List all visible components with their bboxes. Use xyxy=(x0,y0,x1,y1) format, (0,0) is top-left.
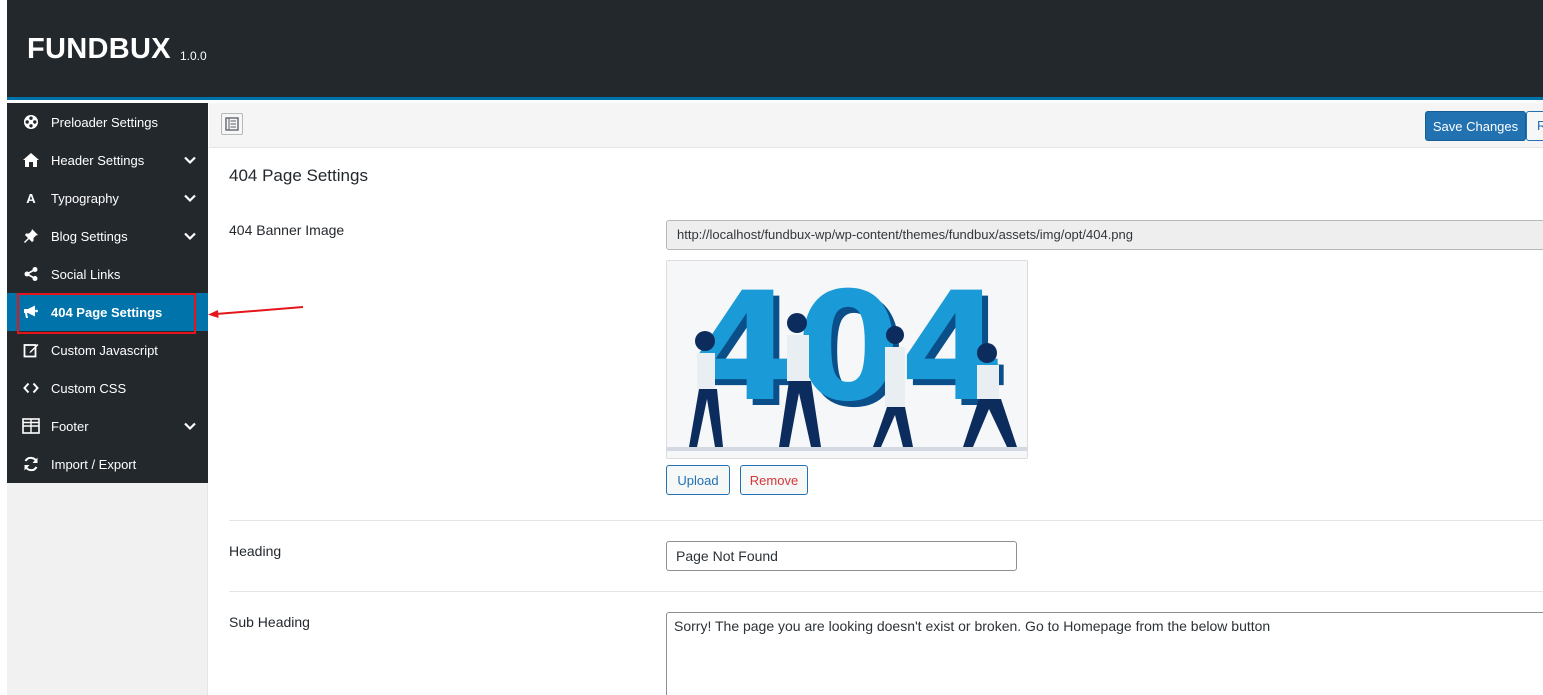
remove-button[interactable]: Remove xyxy=(740,465,808,495)
sidebar-item-label: Social Links xyxy=(51,267,121,282)
annotation-arrow-icon xyxy=(208,306,304,318)
code-icon xyxy=(22,380,40,396)
sidebar-item-label: Typography xyxy=(51,191,119,206)
reset-button[interactable]: R xyxy=(1526,111,1543,141)
404-illustration-text: 404 xyxy=(691,261,1004,435)
sidebar-item-blog-settings[interactable]: Blog Settings xyxy=(7,217,208,255)
sidebar-item-header-settings[interactable]: Header Settings xyxy=(7,141,208,179)
banner-image-preview: 404 404 xyxy=(666,260,1028,459)
sidebar-item-label: Header Settings xyxy=(51,153,145,168)
chevron-down-icon[interactable] xyxy=(183,191,197,205)
app-version: 1.0.0 xyxy=(180,49,207,63)
chevron-down-icon[interactable] xyxy=(183,419,197,433)
share-icon xyxy=(22,266,40,282)
top-header: FUNDBUX 1.0.0 xyxy=(7,0,1543,100)
sidebar-item-label: Custom Javascript xyxy=(51,343,158,358)
highlight-box xyxy=(17,293,196,334)
chevron-down-icon[interactable] xyxy=(183,229,197,243)
layout-icon xyxy=(22,418,40,434)
sidebar-item-label: Custom CSS xyxy=(51,381,127,396)
section-title: 404 Page Settings xyxy=(229,166,368,185)
sidebar-item-preloader-settings[interactable]: Preloader Settings xyxy=(7,103,208,141)
sidebar-item-label: Import / Export xyxy=(51,457,137,472)
typography-icon: A xyxy=(26,190,36,206)
sidebar-item-footer[interactable]: Footer xyxy=(7,407,208,445)
sidebar-item-social-links[interactable]: Social Links xyxy=(7,255,208,293)
options-toolbar: Save Changes R xyxy=(209,103,1543,148)
banner-url-field[interactable]: http://localhost/fundbux-wp/wp-content/t… xyxy=(666,220,1543,250)
preloader-icon xyxy=(22,114,40,130)
heading-label: Heading xyxy=(229,543,282,559)
app-title: FUNDBUX xyxy=(27,33,171,65)
404-illustration-image: 404 404 xyxy=(667,261,1027,458)
sidebar-item-label: Preloader Settings xyxy=(51,115,158,130)
edit-icon xyxy=(22,342,40,358)
banner-image-label: 404 Banner Image xyxy=(229,222,345,238)
sidebar-item-label: Footer xyxy=(51,419,89,434)
panel-icon xyxy=(225,117,239,131)
home-icon xyxy=(22,152,40,168)
field-divider xyxy=(229,520,1543,521)
expand-options-button[interactable] xyxy=(221,113,243,135)
refresh-icon xyxy=(22,456,40,472)
sub-heading-label: Sub Heading xyxy=(229,614,310,630)
chevron-down-icon[interactable] xyxy=(183,153,197,167)
sidebar-empty-area xyxy=(7,483,208,695)
sub-heading-textarea[interactable]: Sorry! The page you are looking doesn't … xyxy=(666,612,1543,695)
sidebar-item-import-export[interactable]: Import / Export xyxy=(7,445,208,483)
field-divider xyxy=(229,591,1543,592)
heading-input[interactable]: Page Not Found xyxy=(666,541,1017,571)
left-margin xyxy=(0,0,7,695)
upload-button[interactable]: Upload xyxy=(666,465,730,495)
pin-icon xyxy=(22,228,40,244)
save-changes-button[interactable]: Save Changes xyxy=(1425,111,1526,141)
sidebar-item-custom-javascript[interactable]: Custom Javascript xyxy=(7,331,208,369)
sidebar-item-label: Blog Settings xyxy=(51,229,128,244)
sidebar-item-custom-css[interactable]: Custom CSS xyxy=(7,369,208,407)
sidebar-item-typography[interactable]: A Typography xyxy=(7,179,208,217)
